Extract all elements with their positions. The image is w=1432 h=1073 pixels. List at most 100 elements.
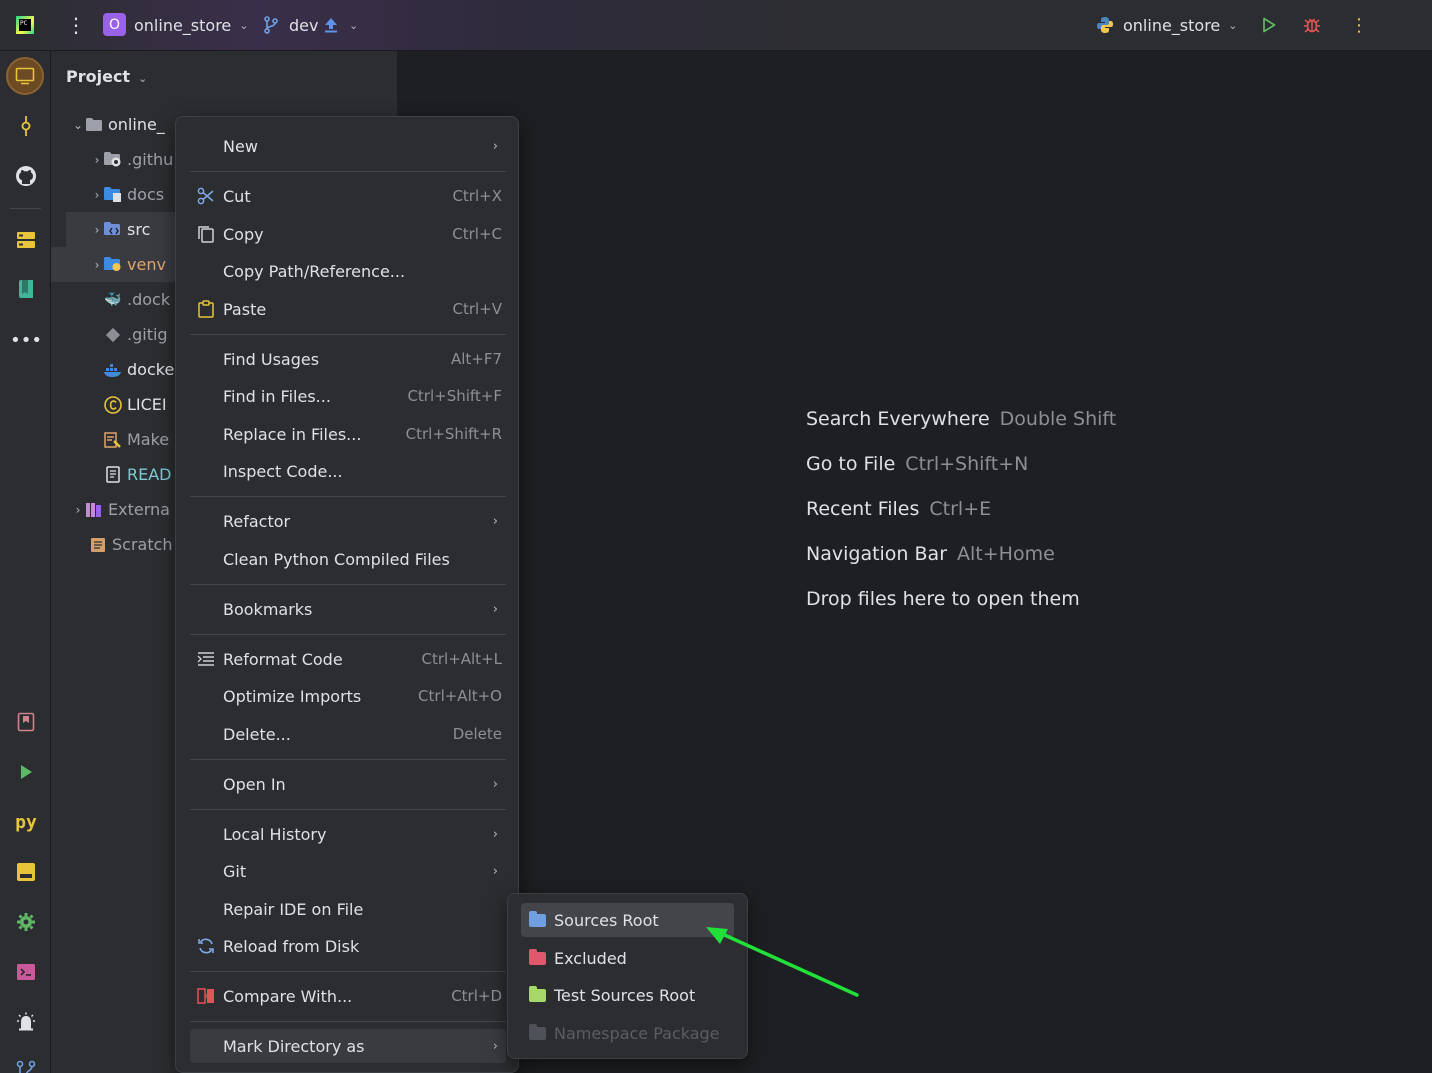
chevron-down-icon[interactable]: ⌄ bbox=[349, 0, 358, 50]
title-bar: PC ⋮ O online_store ⌄ dev ⌄ online_store… bbox=[0, 0, 1432, 51]
menu-item-copy[interactable]: Copy Ctrl+C bbox=[190, 217, 506, 251]
bookmark-tool-icon[interactable] bbox=[13, 709, 39, 735]
menu-item-mark-directory-as[interactable]: Mark Directory as › bbox=[190, 1029, 506, 1063]
project-tool-icon[interactable] bbox=[6, 57, 44, 95]
menu-item-label: Local History bbox=[223, 824, 327, 844]
docs-folder-icon bbox=[104, 187, 122, 203]
chevron-down-icon[interactable]: ⌄ bbox=[71, 118, 85, 132]
hint-label: Go to File bbox=[806, 453, 896, 475]
menu-item-clean-compiled[interactable]: Clean Python Compiled Files bbox=[190, 542, 506, 576]
menu-item-paste[interactable]: Paste Ctrl+V bbox=[190, 292, 506, 326]
chevron-right-icon: › bbox=[492, 601, 498, 617]
more-actions-icon[interactable]: ⋮ bbox=[1350, 0, 1368, 50]
run-configuration-selector[interactable]: online_store ⌄ bbox=[1123, 0, 1238, 50]
menu-item-label: Find in Files... bbox=[223, 386, 331, 406]
services-gear-icon[interactable] bbox=[13, 909, 39, 935]
menu-item-shortcut: Ctrl+D bbox=[451, 987, 502, 1005]
more-tools-icon[interactable]: ••• bbox=[10, 327, 42, 353]
pycharm-logo-icon[interactable]: PC bbox=[16, 16, 34, 34]
terminal-icon[interactable] bbox=[13, 959, 39, 985]
menu-item-optimize-imports[interactable]: Optimize Imports Ctrl+Alt+O bbox=[190, 679, 506, 713]
chevron-right-icon: › bbox=[492, 138, 498, 154]
chevron-right-icon: › bbox=[492, 863, 498, 879]
menu-item-label: Reload from Disk bbox=[223, 936, 360, 956]
sources-root-folder-icon bbox=[529, 910, 546, 927]
compare-icon bbox=[194, 984, 218, 1008]
menu-item-cut[interactable]: Cut Ctrl+X bbox=[190, 179, 506, 213]
chevron-right-icon: › bbox=[492, 826, 498, 842]
menu-item-bookmarks[interactable]: Bookmarks › bbox=[190, 592, 506, 626]
menu-item-replace-in-files[interactable]: Replace in Files... Ctrl+Shift+R bbox=[190, 417, 506, 451]
menu-separator bbox=[190, 1021, 506, 1022]
tree-item-label: docs bbox=[127, 185, 165, 204]
tree-item-label: LICEI bbox=[127, 395, 167, 414]
chevron-right-icon: › bbox=[492, 513, 498, 529]
chevron-right-icon[interactable]: › bbox=[90, 258, 104, 272]
structure-icon[interactable] bbox=[13, 227, 39, 253]
reformat-icon bbox=[194, 647, 218, 671]
debug-bug-icon[interactable] bbox=[1303, 0, 1321, 50]
library-icon bbox=[85, 502, 103, 518]
hint-shortcut: Ctrl+E bbox=[929, 498, 992, 520]
menu-item-label: Reformat Code bbox=[223, 649, 343, 669]
menu-separator bbox=[190, 496, 506, 497]
menu-item-copy-path[interactable]: Copy Path/Reference... bbox=[190, 254, 506, 288]
run-tool-icon[interactable] bbox=[13, 759, 39, 785]
menu-item-label: Delete... bbox=[223, 724, 291, 744]
project-switcher[interactable]: online_store ⌄ bbox=[134, 0, 249, 50]
menu-item-find-in-files[interactable]: Find in Files... Ctrl+Shift+F bbox=[190, 379, 506, 413]
menu-item-find-usages[interactable]: Find Usages Alt+F7 bbox=[190, 342, 506, 376]
menu-item-label: Find Usages bbox=[223, 349, 320, 369]
chevron-right-icon[interactable]: › bbox=[90, 153, 104, 167]
context-menu: New › Cut Ctrl+X Copy Ctrl+C Copy Path/R… bbox=[175, 116, 519, 1073]
toolstrip-divider bbox=[10, 208, 41, 209]
menu-item-reload-from-disk[interactable]: Reload from Disk bbox=[190, 929, 506, 963]
tree-item-label: docke bbox=[127, 360, 175, 379]
bookmarks-icon[interactable] bbox=[13, 277, 39, 303]
menu-item-local-history[interactable]: Local History › bbox=[190, 817, 506, 851]
menu-item-refactor[interactable]: Refactor › bbox=[190, 504, 506, 538]
tree-item-label: src bbox=[127, 220, 151, 239]
menu-item-repair-ide[interactable]: Repair IDE on File bbox=[190, 892, 506, 926]
chevron-right-icon[interactable]: › bbox=[90, 223, 104, 237]
hint-label: Recent Files bbox=[806, 498, 920, 520]
git-branch-name[interactable]: dev bbox=[289, 0, 318, 50]
menu-item-delete[interactable]: Delete... Delete bbox=[190, 717, 506, 751]
menu-item-reformat-code[interactable]: Reformat Code Ctrl+Alt+L bbox=[190, 642, 506, 676]
run-icon[interactable] bbox=[1262, 0, 1276, 50]
scissors-icon bbox=[194, 184, 218, 208]
commit-icon[interactable] bbox=[13, 113, 39, 139]
project-badge[interactable]: O bbox=[103, 13, 126, 36]
github-icon[interactable] bbox=[13, 163, 39, 189]
python-console-icon[interactable]: py bbox=[13, 809, 39, 835]
chevron-right-icon[interactable]: › bbox=[90, 188, 104, 202]
tree-item-label: online_ bbox=[108, 115, 165, 134]
tree-item-label: Scratch bbox=[112, 535, 173, 554]
menu-item-label: Optimize Imports bbox=[223, 686, 362, 706]
menu-separator bbox=[190, 584, 506, 585]
hint-navigation-bar: Navigation Bar Alt+Home bbox=[806, 543, 1055, 565]
menu-separator bbox=[190, 334, 506, 335]
chevron-down-icon: ⌄ bbox=[1228, 18, 1238, 32]
submenu-item-label: Sources Root bbox=[554, 910, 659, 930]
project-panel-title[interactable]: Project ⌄ bbox=[66, 67, 147, 86]
version-control-icon[interactable] bbox=[13, 1056, 39, 1073]
run-configuration-name: online_store bbox=[1123, 15, 1221, 35]
main-menu-icon[interactable]: ⋮ bbox=[66, 0, 86, 50]
menu-item-inspect-code[interactable]: Inspect Code... bbox=[190, 454, 506, 488]
submenu-item-label: Test Sources Root bbox=[554, 985, 696, 1005]
copy-icon bbox=[194, 222, 218, 246]
namespace-folder-icon bbox=[529, 1023, 546, 1040]
chevron-right-icon[interactable]: › bbox=[71, 503, 85, 517]
submenu-item-label: Excluded bbox=[554, 948, 627, 968]
menu-item-new[interactable]: New › bbox=[190, 129, 506, 163]
menu-item-label: Copy bbox=[223, 224, 264, 244]
git-branch-icon[interactable] bbox=[264, 0, 278, 50]
problems-icon[interactable] bbox=[13, 1009, 39, 1035]
menu-item-open-in[interactable]: Open In › bbox=[190, 767, 506, 801]
python-packages-icon[interactable] bbox=[13, 859, 39, 885]
menu-item-compare-with[interactable]: Compare With... Ctrl+D bbox=[190, 979, 506, 1013]
menu-separator bbox=[190, 809, 506, 810]
menu-item-shortcut: Ctrl+Shift+R bbox=[405, 425, 502, 443]
menu-item-git[interactable]: Git › bbox=[190, 854, 506, 888]
